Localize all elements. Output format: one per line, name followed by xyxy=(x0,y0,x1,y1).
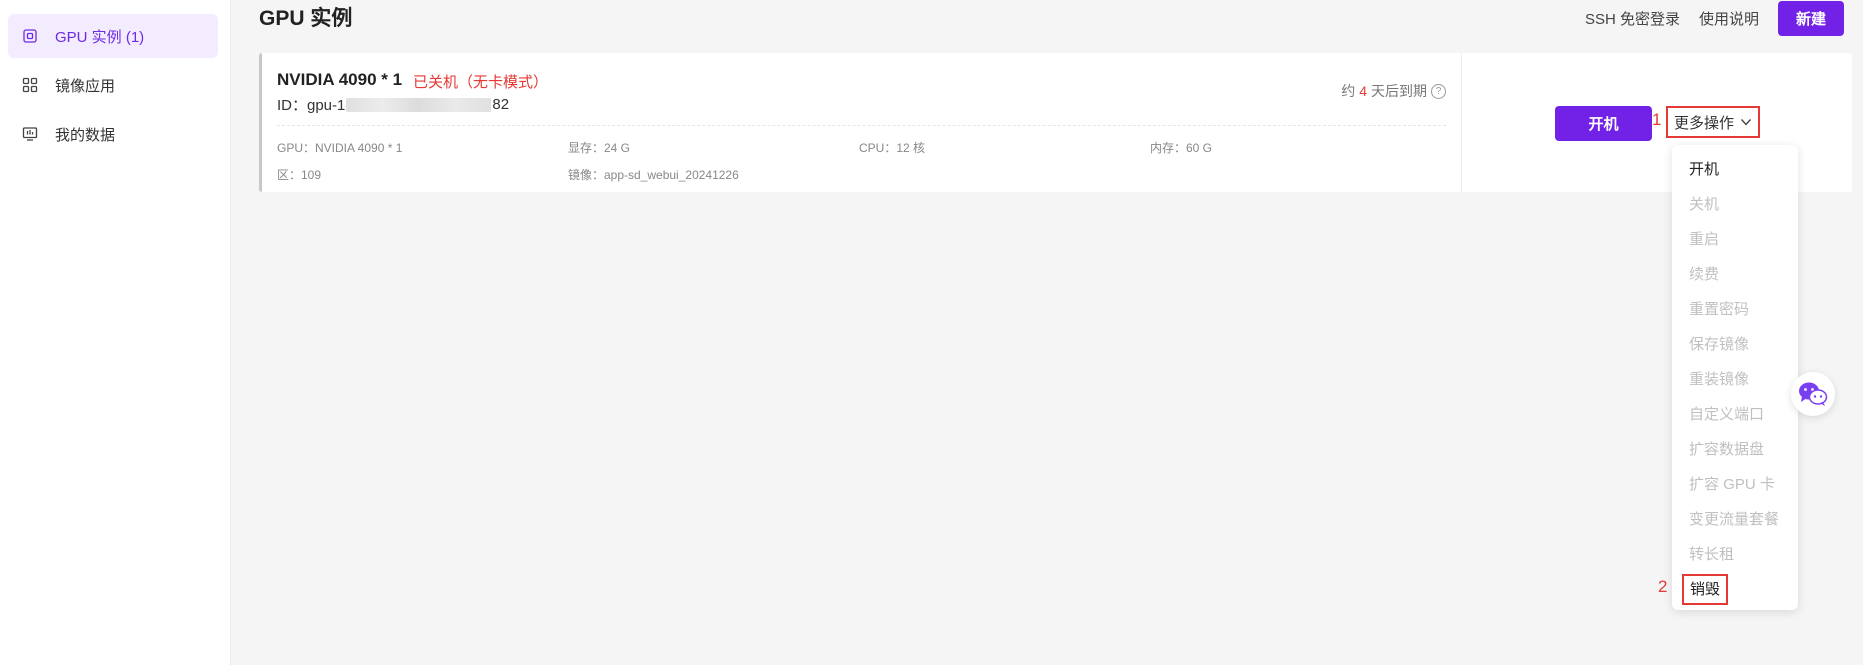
instance-card: NVIDIA 4090 * 1 已关机（无卡模式） ID：gpu-1 82 约 … xyxy=(259,53,1852,192)
menu-item-restart: 重启 xyxy=(1689,231,1720,248)
instance-id-suffix: 82 xyxy=(492,96,510,113)
more-actions-menu: 开机 关机 重启 续费 重置密码 保存镜像 重装镜像 自定义端口 扩容数据盘 扩… xyxy=(1658,145,1798,610)
new-instance-button[interactable]: 新建 xyxy=(1778,1,1844,36)
sidebar-item-my-data[interactable]: 我的数据 xyxy=(8,112,218,156)
menu-item-destroy-row: 2 销毁 xyxy=(1658,572,1798,607)
step-1-marker: 1 xyxy=(1652,110,1662,129)
chip-icon xyxy=(20,26,40,46)
sidebar-item-label: 我的数据 xyxy=(55,126,116,144)
menu-item-expand-disk: 扩容数据盘 xyxy=(1689,441,1765,458)
sidebar: GPU 实例 (1) 镜像应用 我的数据 xyxy=(0,0,231,665)
spec-cpu: CPU：12 核 xyxy=(859,141,926,155)
menu-item-shutdown: 关机 xyxy=(1689,196,1720,213)
menu-item-save-image: 保存镜像 xyxy=(1689,336,1750,353)
expire-suffix: 天后到期 xyxy=(1371,83,1427,99)
menu-item-long-term: 转长租 xyxy=(1689,546,1735,563)
page-title: GPU 实例 xyxy=(259,7,353,30)
expire-prefix: 约 xyxy=(1341,83,1356,99)
menu-item-change-traffic: 变更流量套餐 xyxy=(1689,511,1780,528)
instance-id-prefix: ID：gpu-1 xyxy=(277,97,346,114)
menu-item-reset-password: 重置密码 xyxy=(1689,301,1750,318)
grid-icon xyxy=(20,75,40,95)
menu-item-destroy[interactable]: 销毁 xyxy=(1682,574,1729,605)
more-actions-label: 更多操作 xyxy=(1673,114,1734,132)
step-2-marker: 2 xyxy=(1658,577,1668,596)
sidebar-item-gpu-instances[interactable]: GPU 实例 (1) xyxy=(8,14,218,58)
menu-item-custom-port: 自定义端口 xyxy=(1689,406,1765,423)
instance-status: 已关机（无卡模式） xyxy=(413,74,549,91)
wechat-icon xyxy=(1799,382,1828,406)
menu-item-start[interactable]: 开机 xyxy=(1672,152,1798,187)
expire-info: 约 4 天后到期 ? xyxy=(1341,81,1446,101)
monitor-icon xyxy=(20,124,40,144)
sidebar-item-label: 镜像应用 xyxy=(55,77,116,95)
ssh-login-link[interactable]: SSH 免密登录 xyxy=(1585,8,1680,29)
divider xyxy=(277,125,1446,126)
instance-name: NVIDIA 4090 * 1 xyxy=(277,70,403,89)
spec-gpu: GPU：NVIDIA 4090 * 1 xyxy=(277,141,403,155)
spec-vram: 显存：24 G xyxy=(568,141,631,155)
spec-image: 镜像：app-sd_webui_20241226 xyxy=(568,168,739,182)
wechat-support-button[interactable] xyxy=(1791,372,1835,416)
header-actions: SSH 免密登录 使用说明 新建 xyxy=(1585,1,1844,36)
menu-item-reinstall-image: 重装镜像 xyxy=(1689,371,1750,388)
menu-item-expand-gpu: 扩容 GPU 卡 xyxy=(1689,476,1775,493)
docs-link[interactable]: 使用说明 xyxy=(1699,8,1759,29)
more-actions-dropdown[interactable]: 更多操作 xyxy=(1666,106,1760,138)
sidebar-item-images[interactable]: 镜像应用 xyxy=(8,63,218,107)
expire-days: 4 xyxy=(1359,83,1367,99)
menu-item-renew: 续费 xyxy=(1689,266,1720,283)
spec-memory: 内存：60 G xyxy=(1150,141,1213,155)
sidebar-item-label: GPU 实例 (1) xyxy=(55,28,145,46)
instance-id: ID：gpu-1 82 xyxy=(277,94,509,115)
start-button[interactable]: 开机 xyxy=(1555,106,1652,141)
instance-info: NVIDIA 4090 * 1 已关机（无卡模式） ID：gpu-1 82 约 … xyxy=(262,53,1461,192)
help-icon[interactable]: ? xyxy=(1431,83,1446,99)
redacted-blur xyxy=(346,97,492,112)
chevron-down-icon xyxy=(1740,119,1752,126)
spec-region: 区：109 xyxy=(277,168,322,182)
